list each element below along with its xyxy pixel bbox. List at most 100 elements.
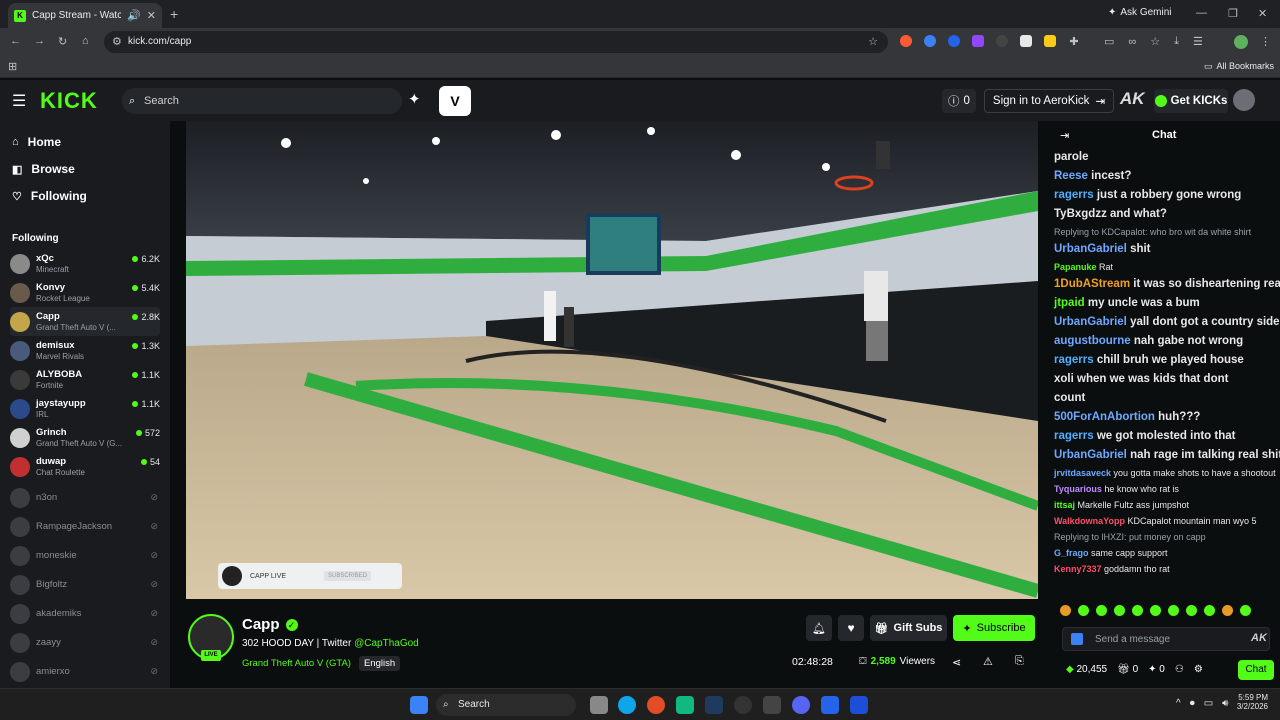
file-explorer-icon[interactable] — [590, 696, 608, 714]
emote-icon[interactable] — [1060, 605, 1071, 616]
following-channel-row[interactable]: xQc Minecraft 6.2K — [10, 249, 160, 278]
subscribe-button[interactable]: ✦ Subscribe — [953, 615, 1035, 641]
following-channel-offline[interactable]: moneskie ⊘ — [10, 541, 160, 570]
chat-username[interactable]: Kenny7337 — [1054, 564, 1104, 574]
collapse-chat-icon[interactable]: ⇥ — [1060, 129, 1069, 142]
minimize-icon[interactable]: — — [1196, 7, 1207, 19]
close-window-icon[interactable]: ✕ — [1258, 7, 1267, 20]
profile-avatar[interactable] — [1234, 35, 1248, 49]
app-icon[interactable] — [821, 696, 839, 714]
network-icon[interactable]: ▭ — [1204, 698, 1213, 709]
emote-icon[interactable] — [1150, 605, 1161, 616]
chat-username[interactable]: UrbanGabriel — [1054, 449, 1130, 461]
chat-username[interactable]: WalkdownaYopp — [1054, 516, 1128, 526]
follow-heart-button[interactable]: ♥ — [838, 615, 864, 641]
emote-icon[interactable] — [1204, 605, 1215, 616]
settings-icon[interactable]: ⚙ — [1194, 664, 1203, 675]
following-channel-offline[interactable]: zaayy ⊘ — [10, 628, 160, 657]
chat-username[interactable]: UrbanGabriel — [1054, 316, 1130, 328]
browser-tab[interactable]: K Capp Stream - Watch Live ... 🔊 ✕ — [8, 3, 162, 28]
home-browser-icon[interactable]: ⌂ — [82, 35, 89, 47]
reload-icon[interactable]: ↻ — [58, 35, 67, 48]
extension-icon[interactable] — [996, 35, 1008, 47]
chat-username[interactable]: xoli — [1054, 373, 1077, 385]
following-channel-offline[interactable]: n3on ⊘ — [10, 483, 160, 512]
chat-message-input[interactable]: Send a message AK — [1062, 627, 1270, 651]
category-link[interactable]: Grand Theft Auto V (GTA) — [242, 658, 351, 669]
chat-username[interactable]: ragerrs — [1054, 354, 1097, 366]
sign-in-button[interactable]: Sign in to AeroKick ⇥ — [984, 89, 1114, 113]
maximize-icon[interactable]: ❐ — [1228, 7, 1238, 20]
chat-username[interactable]: UrbanGabriel — [1054, 243, 1130, 255]
nav-home[interactable]: ⌂ Home — [12, 135, 61, 149]
hamburger-menu-icon[interactable]: ☰ — [12, 91, 26, 111]
mic-icon[interactable]: ⏺ — [1190, 698, 1195, 709]
following-channel-row[interactable]: Grinch Grand Theft Auto V (G... 572 — [10, 423, 160, 452]
app-icon[interactable] — [850, 696, 868, 714]
app-icon[interactable] — [734, 696, 752, 714]
app-icon[interactable] — [676, 696, 694, 714]
following-channel-offline[interactable]: Bigfoltz ⊘ — [10, 570, 160, 599]
extension-chat-icon[interactable] — [1071, 633, 1083, 645]
chat-username[interactable]: Tyquarious — [1054, 484, 1104, 494]
chat-username[interactable]: augustbourne — [1054, 335, 1134, 347]
chrome-icon[interactable] — [647, 696, 665, 714]
emote-icon[interactable] — [1078, 605, 1089, 616]
twitch-extension-icon[interactable] — [972, 35, 984, 47]
extension-icon[interactable] — [948, 35, 960, 47]
chat-username[interactable]: G_frago — [1054, 548, 1091, 558]
following-channel-row[interactable]: ALYBOBA Fortnite 1.1K — [10, 365, 160, 394]
close-tab-icon[interactable]: ✕ — [147, 9, 156, 22]
site-info-icon[interactable]: ⚙ — [112, 31, 122, 53]
chat-username[interactable]: 500ForAnAbortion — [1054, 411, 1158, 423]
address-bar[interactable]: ⚙ kick.com/capp ☆ — [104, 31, 888, 53]
chat-username[interactable]: jrvitdasaveck — [1054, 468, 1114, 478]
chevron-up-icon[interactable]: ^ — [1176, 698, 1181, 709]
app-icon[interactable] — [763, 696, 781, 714]
download-icon[interactable]: ⤓ — [1174, 35, 1179, 48]
discord-icon[interactable] — [792, 696, 810, 714]
emote-icon[interactable] — [1114, 605, 1125, 616]
video-player[interactable]: CAPP LIVE SUBSCRIBED — [186, 121, 1038, 599]
extension-icon[interactable] — [924, 35, 936, 47]
get-kicks-button[interactable]: Get KICKs — [1154, 89, 1228, 113]
clip-icon[interactable]: ⎘ — [1015, 655, 1024, 668]
search-input[interactable]: ⌕ Search — [122, 88, 402, 114]
aerokick-logo[interactable]: AK — [1120, 89, 1145, 109]
menu-kebab-icon[interactable]: ⋮ — [1260, 35, 1271, 48]
cast-icon[interactable]: ▭ — [1104, 35, 1114, 48]
emote-icon[interactable] — [1096, 605, 1107, 616]
share-icon[interactable]: ⋖ — [952, 656, 961, 669]
following-channel-offline[interactable]: amierxo ⊘ — [10, 657, 160, 686]
chat-username[interactable]: ragerrs — [1054, 189, 1097, 201]
channel-name[interactable]: Capp — [242, 616, 280, 633]
steam-icon[interactable] — [705, 696, 723, 714]
clock[interactable]: 5:59 PM 3/2/2026 — [1234, 693, 1268, 711]
chat-username[interactable]: jtpaid — [1054, 297, 1088, 309]
points-display[interactable]: ◆ 20,455 — [1066, 664, 1107, 675]
emote-icon[interactable] — [1132, 605, 1143, 616]
notifications-button[interactable]: ⓘ 0 — [942, 89, 976, 113]
kick-logo[interactable]: KICK — [40, 88, 98, 114]
ask-gemini-button[interactable]: ✦ Ask Gemini — [1108, 7, 1172, 18]
twitter-link[interactable]: @CapThaGod — [354, 638, 419, 649]
language-tag[interactable]: English — [358, 656, 401, 671]
following-channel-row[interactable]: demisux Marvel Rivals 1.3K — [10, 336, 160, 365]
windows-start-icon[interactable] — [410, 696, 428, 714]
nav-following[interactable]: ♡ Following — [12, 189, 87, 203]
emote-icon[interactable] — [1222, 605, 1233, 616]
chat-send-button[interactable]: Chat — [1238, 660, 1274, 680]
chat-username[interactable]: 1DubAStream — [1054, 278, 1133, 290]
emote-icon[interactable] — [1186, 605, 1197, 616]
link-icon[interactable]: ∞ — [1128, 35, 1136, 48]
badge-counter[interactable]: ✦ 0 — [1148, 664, 1165, 675]
volume-icon[interactable]: 🔊︎ — [1222, 698, 1228, 709]
favorites-icon[interactable]: ☆ — [1150, 35, 1160, 48]
following-channel-row[interactable]: duwap Chat Roulette 54 — [10, 452, 160, 481]
sparkle-icon[interactable]: ✦ — [408, 90, 421, 108]
bookmark-star-icon[interactable]: ☆ — [868, 31, 878, 53]
puzzle-icon[interactable]: ✚ — [1068, 35, 1080, 48]
extension-icon[interactable] — [1020, 35, 1032, 47]
nav-browse[interactable]: ◧ Browse — [12, 162, 75, 176]
notify-bell-button[interactable]: 🔔︎ — [806, 615, 832, 641]
